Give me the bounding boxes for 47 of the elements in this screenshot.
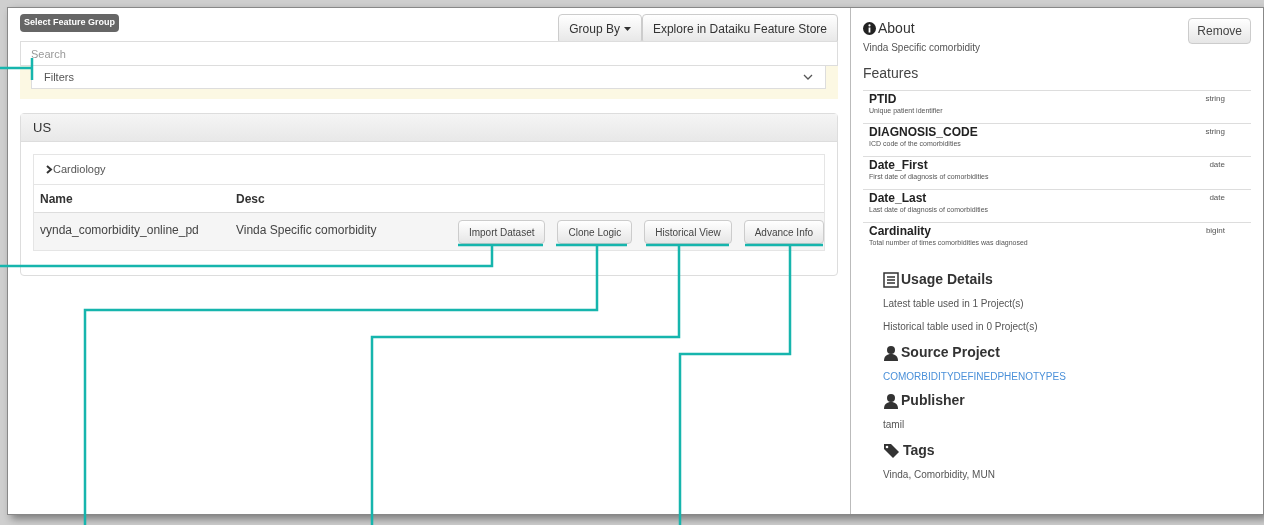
user-icon [883, 392, 899, 409]
user-icon [883, 344, 899, 361]
section-label: Select Feature Group [20, 14, 120, 32]
section-title: Source Project [901, 343, 1000, 362]
table-cell-text: Vinda Specific comorbidity [234, 222, 378, 239]
action-button[interactable]: Advance Info [743, 220, 824, 244]
search-field[interactable]: Search [20, 41, 838, 66]
feature-type: string [1205, 126, 1226, 138]
feature-name: Date_First [869, 159, 929, 171]
chevron-icon [46, 165, 53, 174]
column-header: Name [39, 190, 74, 208]
section-text: Vinda, Comorbidity, MUN [883, 468, 996, 482]
action-button[interactable]: Import Dataset [457, 220, 546, 244]
category-toggle[interactable]: Cardiology [34, 155, 824, 185]
features-title: Features [863, 64, 920, 83]
feature-name: PTID [869, 93, 898, 105]
section-title: Usage Details [901, 270, 993, 289]
section-title: Tags [903, 441, 935, 460]
about-text: Vinda Specific comorbidity [863, 41, 982, 55]
action-button[interactable]: Clone Logic [557, 220, 633, 244]
section-text: tamil [883, 418, 906, 432]
feature-type: string [1205, 93, 1226, 105]
feature-type: bigint [1205, 225, 1226, 237]
list-icon [883, 271, 899, 288]
feature-name: Cardinality [869, 225, 932, 237]
feature-type: date [1209, 192, 1226, 204]
tags-icon [883, 442, 901, 459]
section-text: Latest table used in 1 Project(s) [883, 297, 1025, 311]
action-button[interactable]: Historical View [644, 220, 732, 244]
filters-dropdown[interactable]: Filters [31, 66, 826, 89]
remove-button[interactable]: Remove [1188, 18, 1251, 44]
section-title: Publisher [901, 391, 965, 410]
feature-type: date [1209, 159, 1226, 171]
section-text: Historical table used in 0 Project(s) [883, 320, 1039, 334]
leader-line [0, 56, 34, 82]
chevron-icon [803, 74, 813, 80]
caret-icon [623, 27, 631, 31]
group-by-button[interactable]: Group By [558, 14, 642, 44]
column-header: Desc [235, 190, 266, 208]
info-icon [863, 22, 876, 35]
feature-name: Date_Last [869, 192, 928, 204]
feature-name: DIAGNOSIS_CODE [869, 126, 978, 138]
about-title: About [878, 19, 915, 38]
explore-button[interactable]: Explore in Dataiku Feature Store [641, 14, 838, 44]
source-project-link[interactable]: COMORBIDITYDEFINEDPHENOTYPES [883, 369, 1251, 384]
group-title: US [33, 118, 52, 137]
table-cell-text: vynda_comorbidity_online_pd [39, 222, 200, 239]
